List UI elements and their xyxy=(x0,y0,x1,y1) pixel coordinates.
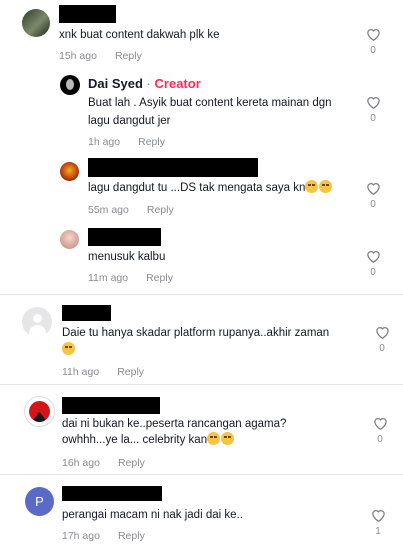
creator-avatar[interactable] xyxy=(60,75,80,95)
like-count: 0 xyxy=(370,267,376,278)
like-count: 0 xyxy=(370,199,376,210)
avatar-face xyxy=(66,79,74,90)
comment-text-line1: dai ni bukan ke..peserta rancangan agama… xyxy=(62,418,287,430)
avatar[interactable] xyxy=(60,230,79,249)
relieved-face-emoji xyxy=(221,432,235,445)
relieved-face-emoji xyxy=(207,432,221,445)
redacted-username xyxy=(88,228,161,246)
comment-text: perangai macam ni nak jadi dai ke.. xyxy=(62,509,243,521)
comment-meta: 11h ago Reply xyxy=(62,365,144,379)
letter-avatar[interactable]: P xyxy=(25,487,54,516)
heart-outline-icon xyxy=(371,510,385,522)
like-count: 0 xyxy=(370,45,376,56)
avatar-body xyxy=(29,325,46,337)
like-button[interactable]: 1 xyxy=(368,508,388,538)
comment-meta: 15h ago Reply xyxy=(59,49,142,63)
creator-name[interactable]: Dai Syed · Creator xyxy=(88,76,201,92)
comment-text: menusuk kalbu xyxy=(88,251,166,263)
default-avatar[interactable] xyxy=(22,307,52,337)
timestamp: 1h ago xyxy=(88,136,121,148)
redacted-username xyxy=(62,397,160,414)
heart-outline-icon xyxy=(366,29,380,41)
avatar-letter: P xyxy=(35,494,44,509)
pleading-face-emoji xyxy=(62,342,75,355)
like-button[interactable]: 0 xyxy=(370,416,390,446)
comment-meta: 16h ago Reply xyxy=(62,456,145,470)
avatar-logo xyxy=(29,401,50,422)
like-count: 1 xyxy=(375,526,381,537)
heart-outline-icon xyxy=(373,418,387,430)
redacted-username xyxy=(62,305,111,321)
avatar[interactable] xyxy=(24,396,55,427)
reply-button[interactable]: Reply xyxy=(117,366,144,378)
like-count: 0 xyxy=(370,113,376,124)
like-button[interactable]: 0 xyxy=(363,27,383,57)
timestamp: 11m ago xyxy=(88,272,129,284)
reply-button[interactable]: Reply xyxy=(118,457,145,469)
like-button[interactable]: 0 xyxy=(372,325,392,355)
heart-outline-icon xyxy=(366,251,380,263)
comment-meta: 55m ago Reply xyxy=(88,203,174,217)
timestamp: 16h ago xyxy=(62,457,100,469)
like-button[interactable]: 0 xyxy=(363,181,383,211)
relieved-face-emoji xyxy=(305,180,319,193)
reply-button[interactable]: Reply xyxy=(146,272,173,284)
comment-text: xnk buat content dakwah plk ke xyxy=(59,29,220,41)
comment-meta: 11m ago Reply xyxy=(88,271,173,285)
avatar[interactable] xyxy=(22,9,50,37)
comment-meta: 1h ago Reply xyxy=(88,135,165,149)
creator-badge: Creator xyxy=(154,76,201,91)
heart-outline-icon xyxy=(366,183,380,195)
comment-text-line1: Buat lah . Asyik buat content kereta mai… xyxy=(88,97,332,109)
avatar[interactable] xyxy=(60,162,79,181)
heart-outline-icon xyxy=(375,327,389,339)
like-count: 0 xyxy=(379,343,385,354)
divider xyxy=(0,294,403,295)
heart-outline-icon xyxy=(366,97,380,109)
like-button[interactable]: 0 xyxy=(363,249,383,279)
reply-button[interactable]: Reply xyxy=(138,136,165,148)
like-button[interactable]: 0 xyxy=(363,95,383,125)
comment-meta: 17h ago Reply xyxy=(62,529,145,543)
timestamp: 55m ago xyxy=(88,204,129,216)
redacted-username xyxy=(88,158,258,177)
comment-text: lagu dangdut tu ...DS tak mengata saya k… xyxy=(88,180,333,197)
reply-button[interactable]: Reply xyxy=(115,50,142,62)
emoji-line xyxy=(62,342,76,359)
like-count: 0 xyxy=(377,434,383,445)
divider xyxy=(0,384,403,385)
relieved-face-emoji xyxy=(319,180,333,193)
timestamp: 11h ago xyxy=(62,366,100,378)
timestamp: 17h ago xyxy=(62,530,100,542)
reply-button[interactable]: Reply xyxy=(118,530,145,542)
comment-text-line2: owhhh...ye la... celebrity kan xyxy=(62,432,235,449)
reply-button[interactable]: Reply xyxy=(147,204,174,216)
separator: · xyxy=(146,76,151,91)
redacted-username xyxy=(62,486,162,501)
comment-text-line2: lagu dangdut jer xyxy=(88,115,171,127)
timestamp: 15h ago xyxy=(59,50,97,62)
avatar-head xyxy=(33,314,42,323)
comment-text: Daie tu hanya skadar platform rupanya..a… xyxy=(62,327,330,339)
divider xyxy=(0,474,403,475)
redacted-username xyxy=(59,5,116,23)
